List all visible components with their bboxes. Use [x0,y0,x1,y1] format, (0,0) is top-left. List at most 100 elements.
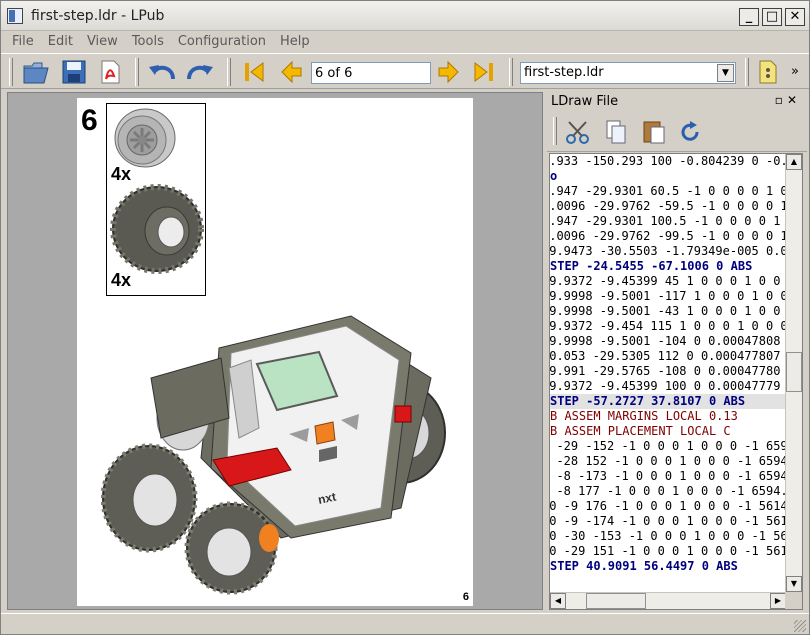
instruction-page: 6 4x 4x nxt 6 [77,98,473,606]
arrow-right-icon [438,60,459,84]
editor-line[interactable]: o [550,169,786,184]
toolbar-grip[interactable] [509,58,513,86]
parts-list-button[interactable] [753,57,783,87]
maximize-button[interactable]: □ [762,8,782,26]
ldraw-text-editor[interactable]: 2.933 -150.293 100 -0.804239 0 -0. o 9.947… [549,153,803,610]
editor-lines[interactable]: 2.933 -150.293 100 -0.804239 0 -0. o 9.947… [550,154,786,592]
step-number: 6 [81,104,98,137]
editor-line[interactable]: 9.947 -29.9301 60.5 -1 0 0 0 0 1 0 1 [550,184,786,199]
close-panel-button[interactable]: ✕ [787,93,801,107]
editor-line[interactable]: 29.9998 -9.5001 -104 0 0.00047808 [550,334,786,349]
menu-help[interactable]: Help [273,32,317,52]
scroll-down-button[interactable]: ▼ [786,576,802,592]
undo-button[interactable] [147,57,177,87]
menu-view[interactable]: View [80,32,125,52]
minimize-button[interactable]: _ [739,8,759,26]
editor-line[interactable]: STEP 40.9091 56.4497 0 ABS [550,559,786,574]
refresh-button[interactable] [675,117,705,147]
chevron-down-icon[interactable]: ▼ [717,64,734,82]
editor-line[interactable]: 29.9998 -9.5001 -43 1 0 0 0 1 0 0 0 [550,304,786,319]
editor-line[interactable]: -8 177 -1 0 0 0 1 0 0 0 -1 6594.d [550,484,786,499]
title-bar: first-step.ldr - LPub _ □ ✕ [1,1,809,31]
editor-line[interactable]: -29 -152 -1 0 0 0 1 0 0 0 -1 6594 [550,439,786,454]
next-page-button[interactable] [433,57,463,87]
toolbar-grip[interactable] [9,58,13,86]
paste-button[interactable] [639,117,669,147]
editor-line[interactable]: 30 -9 176 -1 0 0 0 1 0 0 0 -1 56145 [550,499,786,514]
window-controls: _ □ ✕ [739,8,805,26]
scroll-thumb[interactable] [786,352,802,392]
float-panel-button[interactable]: ▫ [775,93,787,107]
scroll-left-button[interactable]: ◀ [550,593,566,609]
toolbar-grip[interactable] [745,58,749,86]
scroll-up-button[interactable]: ▲ [786,154,802,170]
editor-line[interactable]: 0.0096 -29.9762 -99.5 -1 0 0 0 0 1 [550,229,786,244]
resize-grip[interactable] [794,620,806,632]
first-page-icon [245,62,264,82]
file-select[interactable]: first-step.ldr ▼ [520,62,736,84]
arrow-left-icon [281,60,302,84]
vertical-scrollbar[interactable]: ▲ ▼ [785,154,802,592]
toolbar-grip[interactable] [227,58,231,86]
save-disk-icon [62,60,86,84]
copy-icon [606,120,626,144]
editor-line[interactable]: -8 -173 -1 0 0 0 1 0 0 0 -1 6594 [550,469,786,484]
editor-line[interactable]: 9.947 -29.9301 100.5 -1 0 0 0 0 1 0 [550,214,786,229]
redo-icon [187,65,213,80]
editor-line[interactable]: 30 -9 -174 -1 0 0 0 1 0 0 0 -1 5614 [550,514,786,529]
page-number-input[interactable] [311,62,431,84]
open-button[interactable] [21,57,51,87]
first-page-button[interactable] [239,57,269,87]
editor-line[interactable]: B ASSEM MARGINS LOCAL 0.13 [550,409,786,424]
document-icon [759,60,777,84]
editor-line[interactable]: B ASSEM PLACEMENT LOCAL C [550,424,786,439]
part-quantity: 4x [111,270,132,290]
pdf-icon [101,60,120,84]
toolbar-overflow-button[interactable]: » [791,64,799,79]
file-select-value: first-step.ldr [524,65,604,80]
scroll-thumb[interactable] [586,593,646,609]
panel-toolbar [547,112,807,152]
page-number: 6 [462,591,469,603]
editor-line[interactable]: -28 152 -1 0 0 0 1 0 0 0 -1 6594 [550,454,786,469]
toolbar-grip[interactable] [553,117,557,145]
editor-line[interactable]: 29.9998 -9.5001 -117 1 0 0 0 1 0 0 0 [550,289,786,304]
copy-button[interactable] [601,117,631,147]
redo-button[interactable] [185,57,215,87]
close-button[interactable]: ✕ [785,8,805,26]
scissors-icon [566,121,589,144]
cut-button[interactable] [563,117,593,147]
horizontal-scrollbar[interactable]: ◀ ▶ [550,592,786,609]
editor-line[interactable]: 29.991 -29.5765 -108 0 0.00047780 [550,364,786,379]
open-folder-icon [23,62,49,84]
menu-configuration[interactable]: Configuration [171,32,273,52]
editor-line[interactable]: STEP -24.5455 -67.1006 0 ABS [550,259,786,274]
scroll-corner [785,592,802,609]
menu-edit[interactable]: Edit [41,32,80,52]
previous-page-button[interactable] [277,57,307,87]
editor-line[interactable]: 0.0096 -29.9762 -59.5 -1 0 0 0 0 1 [550,199,786,214]
editor-line[interactable]: 29.9372 -9.45399 100 0 0.00047779 [550,379,786,394]
editor-line[interactable]: 30 -29 151 -1 0 0 0 1 0 0 0 -1 5614 [550,544,786,559]
toolbar-grip[interactable] [135,58,139,86]
editor-line[interactable]: STEP -57.2727 37.8107 0 ABS [550,394,786,409]
scroll-right-button[interactable]: ▶ [770,593,786,609]
editor-line[interactable]: 29.9372 -9.454 115 1 0 0 0 1 0 0 0 [550,319,786,334]
last-page-icon [474,62,493,82]
last-page-button[interactable] [469,57,499,87]
export-pdf-button[interactable] [95,57,125,87]
editor-line[interactable]: 29.9372 -9.45399 45 1 0 0 0 1 0 0 0 [550,274,786,289]
menu-file[interactable]: File [5,32,41,52]
editor-line[interactable]: 30.053 -29.5305 112 0 0.000477807 [550,349,786,364]
menu-bar: File Edit View Tools Configuration Help [1,32,809,52]
editor-line[interactable]: 29.9473 -30.5503 -1.79349e-005 0.0 [550,244,786,259]
undo-icon [149,65,175,80]
editor-line[interactable]: 30 -30 -153 -1 0 0 0 1 0 0 0 -1 561 [550,529,786,544]
menu-tools[interactable]: Tools [125,32,171,52]
main-toolbar: first-step.ldr ▼ » [1,53,809,89]
editor-line[interactable]: 2.933 -150.293 100 -0.804239 0 -0. [550,154,786,169]
panel-title: LDraw File [551,94,619,109]
ldraw-file-panel: LDraw File ▫✕ 2.933 -150.293 100 -0.8042… [547,92,807,610]
save-button[interactable] [59,57,89,87]
page-view[interactable]: 6 4x 4x nxt 6 [7,92,543,610]
